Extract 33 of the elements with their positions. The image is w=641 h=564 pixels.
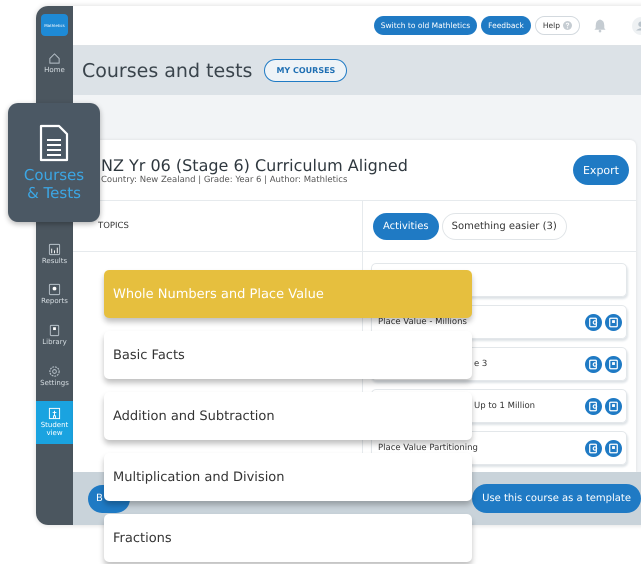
worksheet-icon[interactable] <box>585 314 602 330</box>
my-courses-button[interactable]: MY COURSES <box>264 59 348 82</box>
preview-icon[interactable] <box>605 314 622 330</box>
course-details: Country: New Zealand | Grade: Year 6 | Author: Mathletics <box>101 174 348 184</box>
column-heading: TOPICS <box>98 221 129 231</box>
worksheet-icon[interactable] <box>585 356 602 372</box>
topic-menu[interactable]: Basic Facts <box>104 331 472 379</box>
preview-icon[interactable] <box>605 440 622 456</box>
activity-name: Place Value Partitioning <box>378 443 478 453</box>
person-icon <box>48 407 61 420</box>
use-template-button[interactable]: Use this course as a template <box>472 484 641 513</box>
activity-name: Place Value - Millions <box>378 317 467 327</box>
question-icon <box>563 21 572 30</box>
activity-name: e 3 <box>474 359 488 369</box>
tab[interactable]: Something easier (3) <box>442 212 567 240</box>
tab[interactable]: Activities <box>373 212 439 240</box>
course-title: NZ Yr 06 (Stage 6) Curriculum Aligned <box>101 156 408 174</box>
page-title: Courses and tests <box>82 60 252 82</box>
activity-name: Up to 1 Million <box>474 401 536 411</box>
worksheet-icon[interactable] <box>585 398 602 414</box>
worksheet-icon[interactable] <box>585 440 602 456</box>
gear-icon <box>48 364 61 378</box>
topic-menu[interactable]: Fractions <box>104 514 472 562</box>
chart-icon <box>48 242 61 256</box>
preview-icon[interactable] <box>605 356 622 372</box>
preview-icon[interactable] <box>605 398 622 414</box>
document-icon <box>39 124 69 162</box>
topic-menu[interactable]: Multiplication and Division <box>104 453 472 501</box>
home-icon <box>48 52 61 65</box>
book-icon <box>48 324 61 338</box>
topic-menu[interactable]: Addition and Subtraction <box>104 392 472 440</box>
report-icon <box>48 283 61 296</box>
export-button[interactable]: Export <box>572 155 629 185</box>
